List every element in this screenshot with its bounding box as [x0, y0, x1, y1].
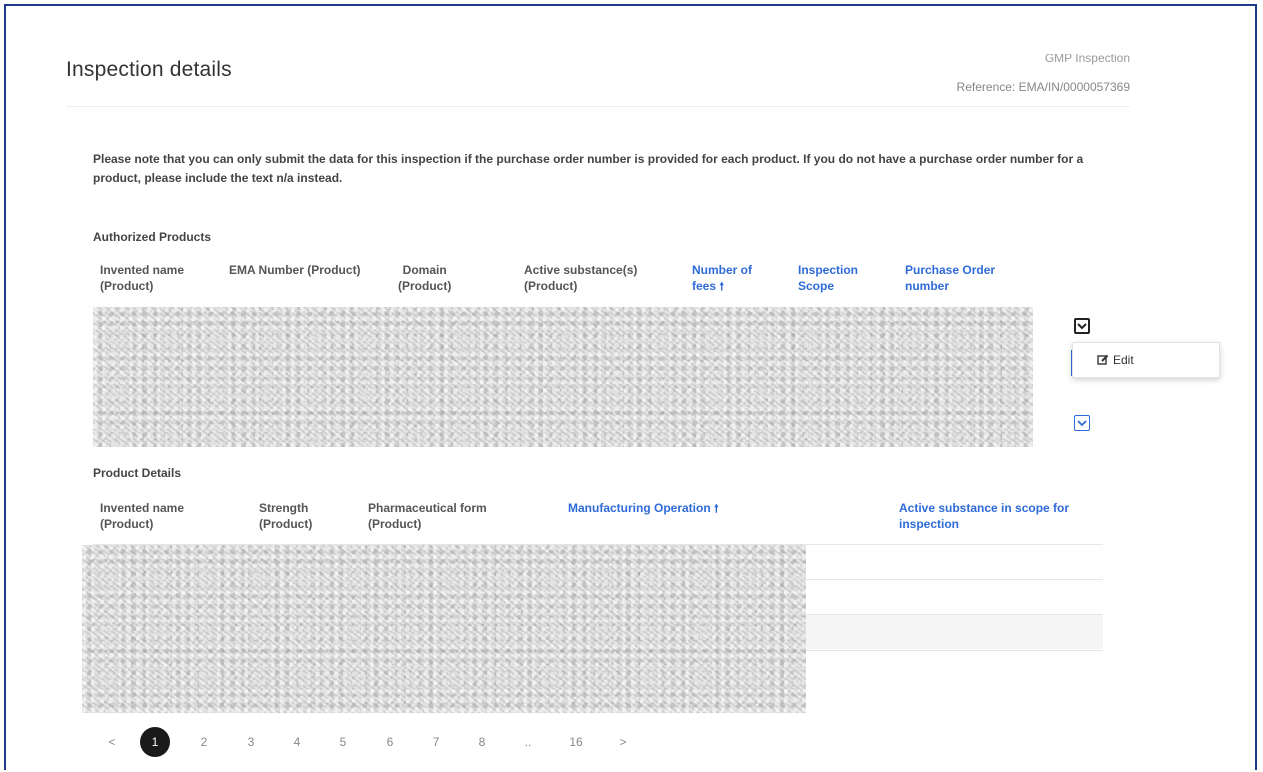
authorized-products-label: Authorized Products: [93, 230, 212, 244]
col-pd-strength: Strength (Product): [259, 501, 313, 531]
pagination-page-16[interactable]: 16: [561, 727, 591, 757]
header-divider: [66, 106, 1130, 107]
col-purchase-order-sort[interactable]: Purchase Order number: [905, 262, 995, 294]
row-actions-menu: Edit: [1072, 342, 1220, 378]
pagination-page-3[interactable]: 3: [236, 727, 266, 757]
col-pd-pharmaceutical-form: Pharmaceutical form (Product): [368, 501, 487, 531]
col-domain: Domain (Product): [398, 263, 452, 293]
sort-up-arrow-icon: 🠕: [714, 503, 719, 515]
pagination-page-1[interactable]: 1: [140, 727, 170, 757]
purchase-order-notice: Please note that you can only submit the…: [93, 152, 1084, 185]
col-pd-invented-name: Invented name (Product): [100, 501, 185, 531]
table-row: [806, 580, 1103, 614]
product-details-label: Product Details: [93, 466, 182, 480]
col-inspection-scope-sort[interactable]: Inspection Scope: [798, 262, 858, 294]
col-pd-active-substance-scope-sort[interactable]: Active substance in scope for inspection: [899, 500, 1069, 532]
pagination-page-6[interactable]: 6: [375, 727, 405, 757]
sort-up-arrow-icon: 🠕: [719, 281, 725, 293]
pagination-page-5[interactable]: 5: [328, 727, 358, 757]
col-invented-name: Invented name (Product): [100, 263, 185, 293]
pagination-page-8[interactable]: 8: [467, 727, 497, 757]
edit-menu-item[interactable]: Edit: [1097, 353, 1134, 367]
row-actions-toggle-2[interactable]: [1074, 415, 1090, 431]
pagination-next[interactable]: >: [608, 727, 638, 757]
pagination-page-7[interactable]: 7: [421, 727, 451, 757]
col-pd-manufacturing-operation-sort[interactable]: Manufacturing Operation 🠕: [568, 500, 719, 517]
pagination-prev[interactable]: <: [97, 727, 127, 757]
chevron-down-icon: [1077, 323, 1087, 330]
pagination-page-2[interactable]: 2: [189, 727, 219, 757]
inspection-type: GMP Inspection: [1044, 54, 1130, 65]
page-title: Inspection details: [66, 58, 232, 81]
inspection-reference: Reference: EMA/IN/0000057369: [956, 80, 1130, 94]
row-actions-toggle[interactable]: [1074, 318, 1090, 334]
product-details-rows-redacted: [82, 545, 806, 713]
col-ema-number: EMA Number (Product): [229, 263, 361, 277]
pagination-ellipsis: ..: [524, 735, 532, 749]
chevron-down-icon: [1077, 420, 1087, 427]
col-active-substances: Active substance(s) (Product): [524, 263, 638, 293]
edit-icon: [1097, 354, 1109, 365]
authorized-products-rows-redacted: [93, 307, 1033, 447]
pagination-page-4[interactable]: 4: [282, 727, 312, 757]
table-row: [806, 615, 1103, 649]
col-number-of-fees-sort[interactable]: Number of fees 🠕: [692, 262, 752, 295]
